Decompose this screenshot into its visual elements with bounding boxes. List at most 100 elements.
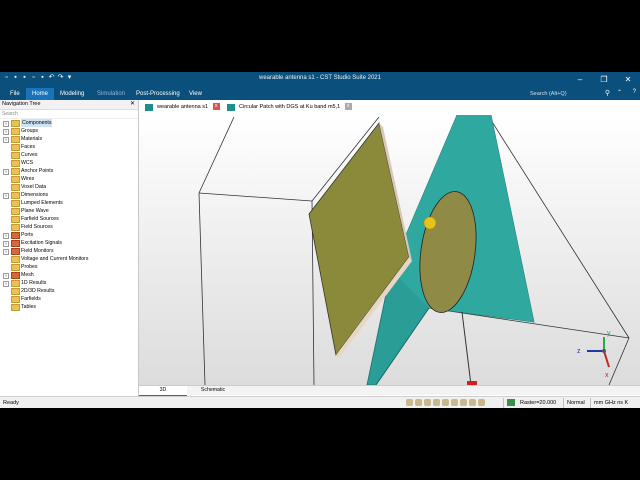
close-tab-icon[interactable]: x	[344, 103, 352, 111]
tree-item-label: Components	[21, 119, 53, 127]
status-text: Ready	[3, 400, 19, 406]
tools-icon[interactable]	[469, 399, 476, 406]
folder-icon	[11, 304, 20, 311]
folder-icon	[11, 280, 20, 287]
menu-view[interactable]: View	[183, 88, 208, 100]
menu-modeling[interactable]: Modeling	[54, 88, 90, 100]
tree-item-label: Mesh	[21, 272, 34, 278]
project-icon	[145, 104, 153, 111]
tree-item-label: Farfield Sources	[21, 216, 59, 222]
raster-icon[interactable]	[507, 399, 515, 406]
tree-item-label: 2D/3D Results	[21, 288, 55, 294]
folder-icon	[11, 192, 20, 199]
grid-icon[interactable]	[478, 399, 485, 406]
axis-y-label: y	[607, 330, 611, 337]
expand-icon[interactable]: +	[3, 233, 9, 239]
fit-view-icon[interactable]	[433, 399, 440, 406]
tree-item-label: Curves	[21, 152, 38, 158]
raster-value: Raster=20.000	[520, 400, 557, 406]
expand-icon[interactable]: +	[3, 249, 9, 255]
navigation-tree-title: Navigation Tree	[2, 101, 41, 107]
tree-item-label: Anchor Points	[21, 168, 54, 174]
select-icon[interactable]	[442, 399, 449, 406]
axis-x-label: x	[605, 372, 609, 379]
restore-icon[interactable]: ❐	[592, 72, 616, 88]
expand-icon[interactable]: +	[3, 121, 9, 127]
3d-viewport[interactable]: z y x	[139, 115, 640, 385]
view-tab-bar: 3D Schematic	[139, 385, 640, 397]
folder-icon	[11, 256, 20, 263]
navigation-tree-header: Navigation Tree ✕	[0, 100, 138, 110]
tab-schematic[interactable]: Schematic	[189, 386, 237, 395]
project-icon	[227, 104, 235, 111]
folder-icon	[11, 168, 20, 175]
folder-icon	[11, 176, 20, 183]
menu-simulation[interactable]: Simulation	[91, 88, 131, 100]
expand-icon[interactable]: +	[3, 273, 9, 279]
expand-icon[interactable]: +	[3, 137, 9, 143]
rotate-icon[interactable]	[424, 399, 431, 406]
folder-icon	[11, 200, 20, 207]
folder-icon	[11, 272, 20, 279]
expand-icon[interactable]: +	[3, 241, 9, 247]
tree-item-label: Lumped Elements	[21, 200, 63, 206]
navigation-panel: Navigation Tree ✕ Search + Components + Gro…	[0, 100, 139, 396]
status-icons	[406, 399, 485, 406]
expand-icon[interactable]: +	[3, 129, 9, 135]
tree-item-label: Faces	[21, 144, 36, 150]
tab-circular-patch[interactable]: Circular Patch with DGS at Ku band m5,1 …	[225, 102, 352, 113]
help-icon[interactable]: ?	[633, 89, 636, 95]
expand-icon[interactable]: +	[3, 193, 9, 199]
folder-icon	[11, 240, 20, 247]
tree-item-label: Ports	[21, 232, 34, 238]
tree-item-label: Dimensions	[21, 192, 49, 198]
tab-label: wearable antenna s1	[157, 104, 209, 110]
search-icon[interactable]: ⚲	[605, 89, 610, 97]
collapse-ribbon-icon[interactable]: ⌃	[617, 89, 622, 96]
close-tab-icon[interactable]: x	[212, 103, 220, 111]
folder-icon	[11, 120, 20, 127]
axes-triad: z y x	[577, 330, 611, 379]
tab-wearable-antenna[interactable]: wearable antenna s1 x	[143, 102, 220, 113]
document-tab-bar: wearable antenna s1 x Circular Patch wit…	[139, 100, 640, 116]
folder-icon	[11, 264, 20, 271]
expand-icon[interactable]: +	[3, 281, 9, 287]
tree-item-label: Voltage and Current Monitors	[21, 256, 89, 262]
menu-file[interactable]: File	[4, 88, 26, 100]
tree-search-input[interactable]: Search	[0, 110, 138, 119]
wireframe-icon[interactable]	[451, 399, 458, 406]
folder-icon	[11, 208, 20, 215]
tree-item-label: Materials	[21, 136, 43, 142]
ribbon-menu: File Home Modeling Simulation Post-Proce…	[0, 88, 640, 100]
tab-label: Circular Patch with DGS at Ku band m5,1	[239, 104, 341, 110]
close-icon[interactable]: ✕	[616, 72, 640, 88]
folder-icon	[11, 152, 20, 159]
units-value: mm GHz ns K	[594, 400, 629, 406]
expand-icon[interactable]: +	[3, 169, 9, 175]
menu-post-processing[interactable]: Post-Processing	[130, 88, 186, 100]
tree-item-label: Wires	[21, 176, 35, 182]
tree-item-label: 1D Results	[21, 280, 47, 286]
title-bar: ▫ ▪ ▪ ▫ ▪ ↶ ↷ ▾ wearable antenna s1 - CS…	[0, 72, 640, 88]
minimize-icon[interactable]: –	[568, 72, 592, 88]
zoom-icon[interactable]	[406, 399, 413, 406]
folder-icon	[11, 136, 20, 143]
tree-item-label: Probes	[21, 264, 38, 270]
status-bar: Ready Raster=20.000 Normal mm GHz ns K	[0, 396, 640, 408]
menu-home[interactable]: Home	[26, 88, 55, 100]
folder-icon	[11, 128, 20, 135]
folder-icon	[11, 216, 20, 223]
search-box[interactable]: Search (Alt+Q)	[530, 90, 600, 98]
folder-icon	[11, 160, 20, 167]
close-icon[interactable]: ✕	[130, 100, 135, 109]
folder-icon	[11, 184, 20, 191]
feed-line	[461, 311, 472, 385]
folder-icon	[11, 224, 20, 231]
folder-icon	[11, 296, 20, 303]
mode-value: Normal	[567, 400, 585, 406]
tree-item-label: Groups	[21, 128, 39, 134]
hide-icon[interactable]	[460, 399, 467, 406]
tree-item-label: Farfields	[21, 296, 41, 302]
pan-icon[interactable]	[415, 399, 422, 406]
tree-item-label: WCS	[21, 160, 34, 166]
